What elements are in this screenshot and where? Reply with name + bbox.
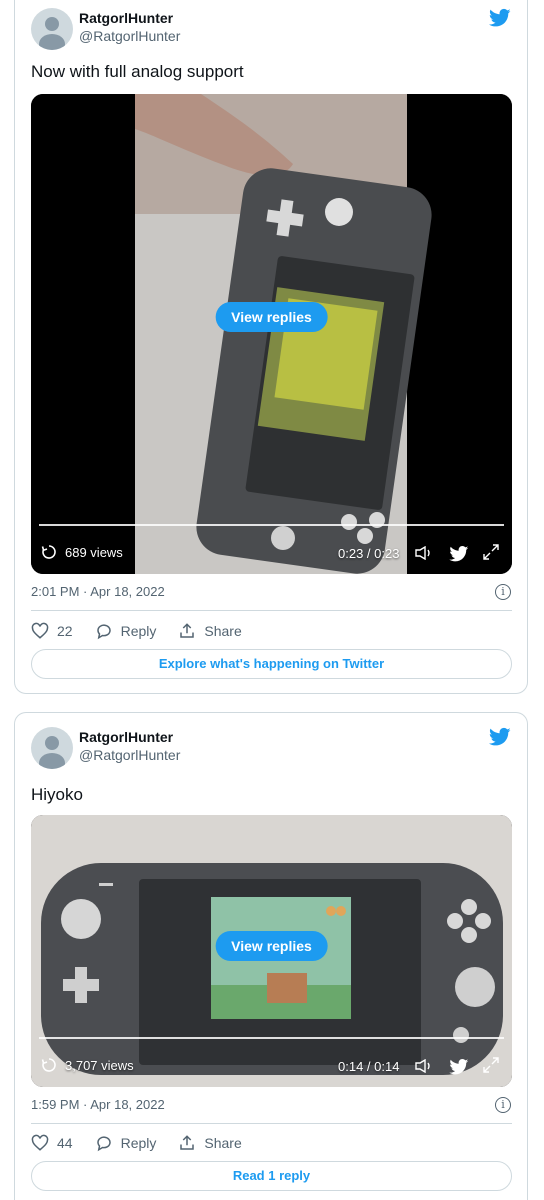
share-button[interactable]: Share	[178, 1134, 242, 1152]
video-progress-bar[interactable]	[39, 524, 504, 526]
video-player[interactable]: View replies 3,707 views 0:14 / 0:14	[31, 815, 512, 1087]
view-count-label: 3,707 views	[65, 1057, 134, 1073]
volume-icon[interactable]	[415, 546, 433, 560]
video-progress-bar[interactable]	[39, 1037, 504, 1039]
info-icon[interactable]: i	[495, 1097, 511, 1113]
replay-icon[interactable]	[41, 544, 57, 560]
share-button[interactable]: Share	[178, 622, 242, 640]
heart-icon	[31, 622, 49, 639]
explore-twitter-button[interactable]: Explore what's happening on Twitter	[31, 649, 512, 679]
avatar[interactable]	[31, 727, 73, 769]
like-button[interactable]: 44	[31, 1134, 73, 1152]
twitter-bird-icon[interactable]	[449, 1059, 469, 1075]
tweet-text: Now with full analog support	[31, 62, 244, 81]
view-replies-button[interactable]: View replies	[215, 302, 328, 332]
reply-button[interactable]: Reply	[95, 622, 157, 640]
view-count: 3,707 views	[41, 1057, 134, 1073]
tweet-actions: 22 Reply Share	[31, 619, 242, 643]
like-count: 44	[57, 1135, 73, 1151]
video-player[interactable]: View replies 689 views 0:23 / 0:23	[31, 94, 512, 574]
tweet-actions: 44 Reply Share	[31, 1131, 242, 1155]
tweet-text: Hiyoko	[31, 785, 83, 804]
share-label: Share	[204, 623, 242, 639]
reply-button[interactable]: Reply	[95, 1134, 157, 1152]
reply-label: Reply	[120, 623, 157, 639]
twitter-bird-icon[interactable]	[489, 727, 511, 747]
tweet-card: RatgorlHunter @RatgorlHunter Now with fu…	[14, 0, 528, 694]
reply-icon	[96, 1136, 111, 1152]
share-icon	[180, 623, 195, 638]
volume-icon[interactable]	[415, 1059, 433, 1073]
view-count: 689 views	[41, 544, 123, 560]
fullscreen-icon[interactable]	[483, 544, 499, 560]
divider	[31, 610, 512, 611]
read-replies-button[interactable]: Read 1 reply	[31, 1161, 512, 1191]
tweet-timestamp[interactable]: 1:59 PM · Apr 18, 2022	[31, 1097, 165, 1112]
share-label: Share	[204, 1135, 242, 1151]
user-name[interactable]: RatgorlHunter	[79, 10, 173, 26]
user-name[interactable]: RatgorlHunter	[79, 729, 173, 745]
user-handle[interactable]: @RatgorlHunter	[79, 747, 180, 763]
like-count: 22	[57, 623, 73, 639]
tweet-card: RatgorlHunter @RatgorlHunter Hiyoko View…	[14, 712, 528, 1200]
twitter-bird-icon[interactable]	[449, 546, 469, 562]
user-handle[interactable]: @RatgorlHunter	[79, 28, 180, 44]
reply-icon	[96, 624, 111, 640]
replay-icon[interactable]	[41, 1057, 57, 1073]
tweet-timestamp[interactable]: 2:01 PM · Apr 18, 2022	[31, 584, 165, 599]
like-button[interactable]: 22	[31, 622, 73, 640]
video-time: 0:14 / 0:14	[338, 1059, 400, 1074]
view-count-label: 689 views	[65, 544, 123, 560]
reply-label: Reply	[120, 1135, 157, 1151]
fullscreen-icon[interactable]	[483, 1057, 499, 1073]
heart-icon	[31, 1134, 49, 1151]
twitter-bird-icon[interactable]	[489, 8, 511, 28]
video-time: 0:23 / 0:23	[338, 546, 400, 561]
divider	[31, 1123, 512, 1124]
share-icon	[180, 1135, 195, 1150]
tweet-header: RatgorlHunter @RatgorlHunter	[31, 8, 511, 50]
video-frame	[31, 94, 512, 574]
view-replies-button[interactable]: View replies	[215, 931, 328, 961]
avatar[interactable]	[31, 8, 73, 50]
info-icon[interactable]: i	[495, 584, 511, 600]
tweet-header: RatgorlHunter @RatgorlHunter	[31, 727, 511, 769]
